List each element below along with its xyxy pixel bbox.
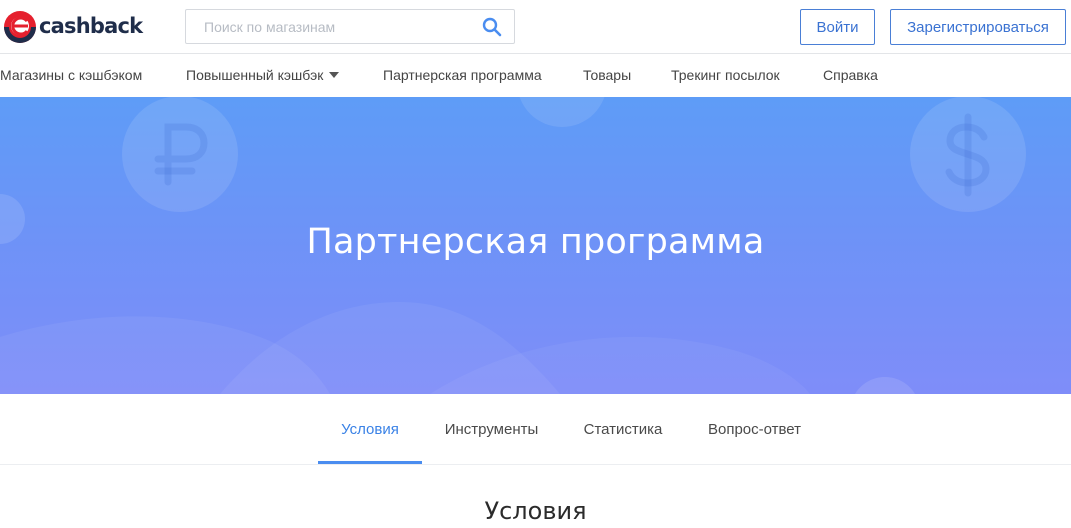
nav-item-partner-program[interactable]: Партнерская программа [383,67,542,83]
register-button[interactable]: Зарегистрироваться [890,9,1066,45]
tab-tools[interactable]: Инструменты [422,394,561,464]
login-button[interactable]: Войти [800,9,875,45]
search-input[interactable] [186,10,471,43]
nav-item-stores[interactable]: Магазины с кэшбэком [0,67,142,83]
deco-circle-top [519,97,605,127]
search-icon[interactable] [482,17,502,37]
nav-item-help[interactable]: Справка [823,67,878,83]
tabs-divider [0,464,1071,465]
logo[interactable]: cashback [2,9,143,45]
nav-item-increased-cashback[interactable]: Повышенный кэшбэк [186,67,340,83]
nav-item-label: Повышенный кэшбэк [186,67,324,83]
ruble-coin-icon [122,97,238,212]
nav-item-parcel-tracking[interactable]: Трекинг посылок [671,67,780,83]
hero-title: Партнерская программа [306,222,765,262]
hero-banner: Партнерская программа [0,97,1071,394]
main-nav: Магазины с кэшбэком Повышенный кэшбэк Па… [0,54,1071,97]
tab-conditions[interactable]: Условия [318,394,422,464]
caret-down-icon [329,72,340,79]
logo-e-icon [4,11,36,43]
deco-circle-bottom [854,377,916,394]
tab-statistics[interactable]: Статистика [561,394,685,464]
tab-faq[interactable]: Вопрос-ответ [685,394,824,464]
tab-bar: Условия Инструменты Статистика Вопрос-от… [0,394,1071,464]
logo-text: cashback [39,13,143,38]
nav-item-products[interactable]: Товары [583,67,631,83]
site-header: cashback Войти Зарегистрироваться [0,0,1071,53]
search-box [185,9,515,44]
section-title: Условия [484,497,587,525]
